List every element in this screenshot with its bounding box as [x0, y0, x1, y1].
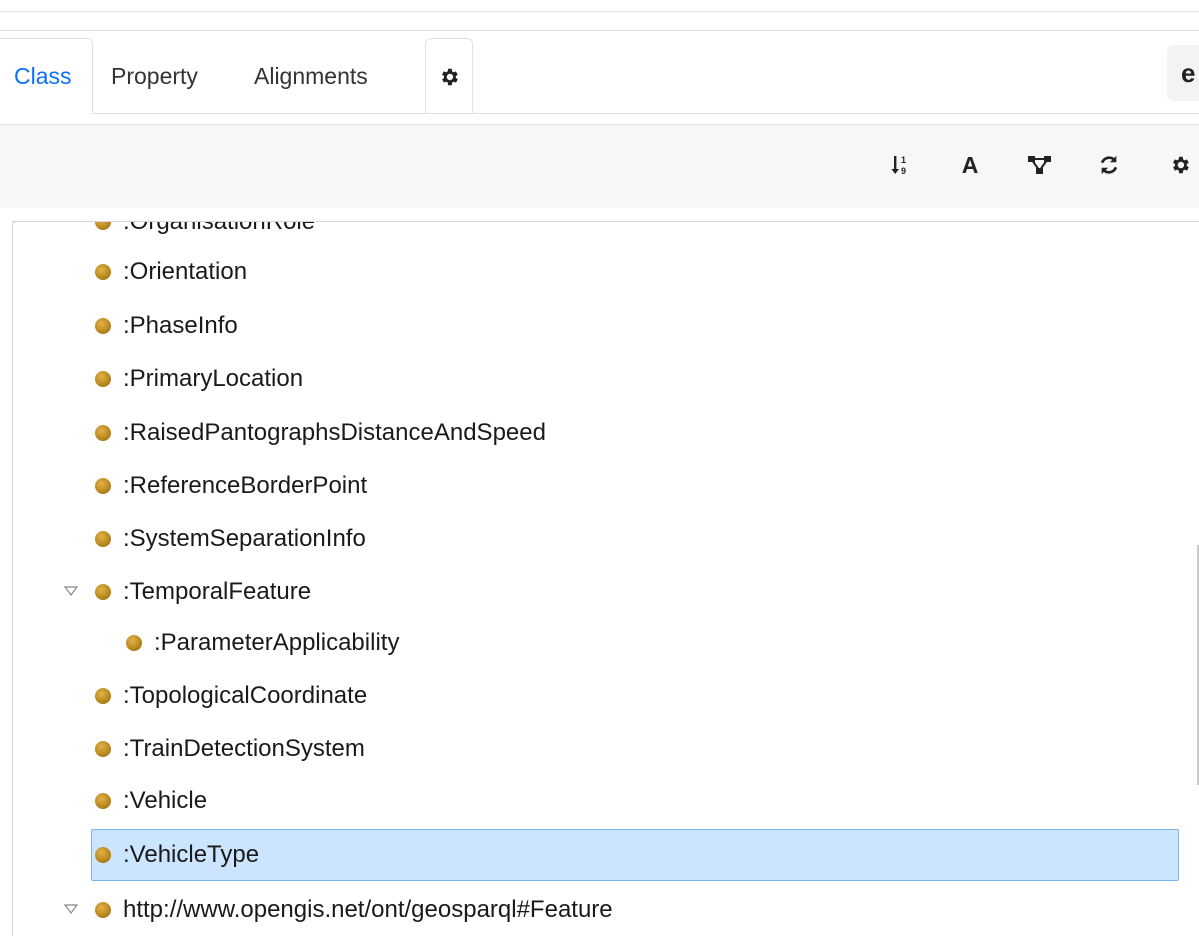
tree-item-orientation[interactable]: :Orientation — [95, 252, 247, 292]
tree-item-label: :ReferenceBorderPoint — [123, 472, 368, 499]
tree-item-label: :TemporalFeature — [123, 578, 312, 605]
class-hierarchy-panel: Class Property Alignments e 1 9 A:Orien… — [0, 0, 1199, 936]
tree-item-label: :TrainDetectionSystem — [123, 735, 365, 762]
toolbar: 1 9 A — [0, 124, 1199, 209]
tree-item-geosparql-feature[interactable]: http://www.opengis.net/ont/geosparql#Fea… — [95, 890, 613, 930]
tree-item-traindetectionsystem[interactable]: :TrainDetectionSystem — [95, 729, 365, 769]
sort-button[interactable]: 1 9 — [882, 147, 918, 183]
class-node-icon — [95, 425, 111, 441]
hierarchy-icon — [1028, 156, 1051, 174]
tab-property[interactable]: Property — [92, 38, 232, 114]
font-button[interactable]: A — [952, 147, 988, 183]
tab-settings[interactable] — [425, 38, 473, 114]
tree-item-raisedpantographs[interactable]: :RaisedPantographsDistanceAndSpeed — [95, 413, 546, 453]
class-node-icon — [95, 902, 111, 918]
gear-icon — [1173, 156, 1189, 174]
tree-item-label: :PrimaryLocation — [123, 365, 304, 392]
tree-item-topologicalcoordinate[interactable]: :TopologicalCoordinate — [95, 676, 367, 716]
tree-item-label: :ParameterApplicability — [154, 629, 400, 656]
gear-icon — [442, 68, 458, 85]
tree-item-vehicletype[interactable]: :VehicleType — [95, 835, 259, 875]
tree-item-phaseinfo[interactable]: :PhaseInfo — [95, 306, 238, 346]
class-node-icon — [95, 793, 111, 809]
class-node-icon — [126, 635, 142, 651]
tree-item-label: :TopologicalCoordinate — [123, 682, 368, 709]
tree-item-temporalfeature[interactable]: :TemporalFeature — [95, 572, 311, 612]
tree-item-parameterapplicability[interactable]: :ParameterApplicability — [126, 623, 399, 663]
tree-item-label: http://www.opengis.net/ont/geosparql#Fea… — [123, 896, 613, 923]
svg-text:9: 9 — [901, 166, 906, 176]
class-node-icon — [95, 318, 111, 334]
class-node-icon — [95, 688, 111, 704]
tree-top-mask — [0, 208, 1199, 221]
class-node-icon — [95, 847, 111, 863]
tree-top-border — [12, 221, 1199, 222]
class-node-icon — [95, 478, 111, 494]
tree-item-vehicle[interactable]: :Vehicle — [95, 781, 207, 821]
tree-item-systemseparationinfo[interactable]: :SystemSeparationInfo — [95, 519, 366, 559]
class-node-icon — [95, 264, 111, 280]
sort-icon: 1 9 — [891, 155, 906, 176]
collapse-triangle-icon[interactable] — [64, 586, 78, 596]
graph-button[interactable] — [1022, 147, 1058, 183]
tree-item-label: :Orientation — [123, 258, 248, 285]
tab-class[interactable]: Class — [0, 38, 92, 114]
tree-item-label: :RaisedPantographsDistanceAndSpeed — [123, 419, 546, 446]
top-divider — [0, 11, 1199, 12]
class-node-icon — [95, 371, 111, 387]
class-node-icon — [95, 741, 111, 757]
svg-text:1: 1 — [901, 155, 906, 165]
tree-item-referenceborderpoint[interactable]: :ReferenceBorderPoint — [95, 466, 367, 506]
refresh-icon — [1100, 155, 1118, 175]
class-node-icon — [95, 531, 111, 547]
tree-item-label: :Vehicle — [123, 787, 208, 814]
tree-item-label: :VehicleType — [123, 841, 260, 868]
tree-item-primarylocation[interactable]: :PrimaryLocation — [95, 359, 303, 399]
toolbar-settings-button[interactable] — [1162, 147, 1198, 183]
tab-extra[interactable]: e — [1167, 45, 1199, 101]
tree-item-label: :SystemSeparationInfo — [123, 525, 366, 552]
tree-item-label: :PhaseInfo — [123, 312, 238, 339]
class-node-icon — [95, 584, 111, 600]
tab-alignments[interactable]: Alignments — [232, 38, 422, 114]
refresh-button[interactable] — [1091, 147, 1127, 183]
collapse-triangle-icon[interactable] — [64, 904, 78, 914]
